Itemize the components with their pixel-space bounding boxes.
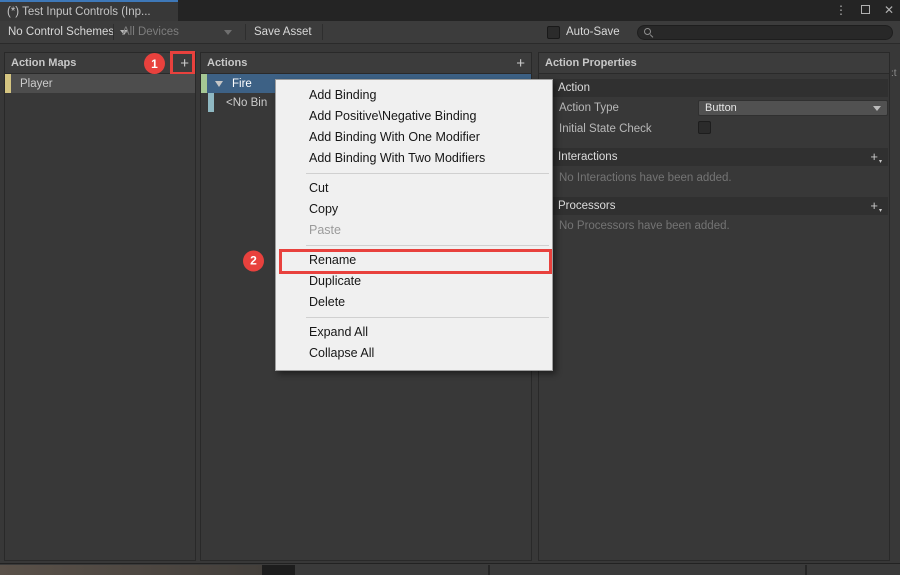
- bottom-strip-segment: [262, 565, 295, 575]
- action-section-bar: Action: [552, 79, 888, 97]
- bottom-strip-divider: [488, 565, 490, 575]
- annotation-box-1: [170, 51, 195, 75]
- close-icon[interactable]: ✕: [882, 0, 896, 21]
- action-maps-header: Action Maps + 1: [5, 51, 195, 75]
- row-color-indicator: [5, 74, 11, 93]
- interactions-section-bar: Interactions +▾: [552, 148, 888, 166]
- menu-item-cut[interactable]: Cut: [276, 178, 552, 199]
- menu-item-label: Paste: [309, 223, 341, 237]
- action-type-label: Action Type: [559, 102, 619, 114]
- action-type-dropdown[interactable]: Button: [698, 100, 888, 116]
- menu-item-label: Add Binding With One Modifier: [309, 130, 480, 144]
- row-label: Fire: [232, 77, 252, 90]
- bottom-strip-segment: [0, 565, 262, 575]
- auto-save-toggle[interactable]: Auto-Save: [547, 21, 620, 43]
- add-action-button[interactable]: +: [516, 56, 525, 71]
- devices-label: All Devices: [122, 26, 179, 38]
- menu-item-expand-all[interactable]: Expand All: [276, 322, 552, 343]
- menu-item-duplicate[interactable]: Duplicate: [276, 271, 552, 292]
- title-bar: (*) Test Input Controls (Inp... ⋮ ✕: [0, 0, 900, 21]
- bottom-edge-strip: [0, 563, 900, 575]
- action-maps-panel: Action Maps + 1 Player: [4, 51, 196, 561]
- menu-separator: [306, 173, 549, 174]
- chevron-down-icon: ▾: [878, 159, 882, 165]
- row-color-indicator: [208, 93, 214, 112]
- maximize-glyph: [860, 5, 870, 14]
- row-label: Player: [20, 77, 53, 90]
- clipped-edge-text: :t: [891, 68, 897, 79]
- action-section-label: Action: [558, 82, 590, 94]
- save-asset-label: Save Asset: [254, 26, 312, 38]
- menu-item-add-binding-with-two-modifiers[interactable]: Add Binding With Two Modifiers: [276, 148, 552, 169]
- annotation-badge-1: 1: [144, 53, 165, 74]
- devices-dropdown[interactable]: All Devices: [122, 21, 240, 43]
- menu-item-delete[interactable]: Delete: [276, 292, 552, 313]
- menu-item-add-positive-negative-binding[interactable]: Add Positive\Negative Binding: [276, 106, 552, 127]
- menu-item-label: Expand All: [309, 325, 369, 339]
- initial-state-check-label: Initial State Check: [559, 123, 652, 135]
- action-maps-list: Player: [5, 74, 195, 93]
- toolbar-divider: [322, 24, 323, 40]
- add-interaction-button[interactable]: +▾: [870, 149, 882, 165]
- menu-item-label: Add Binding: [309, 88, 377, 102]
- action-type-value: Button: [705, 102, 737, 114]
- row-label: <No Bin: [226, 96, 268, 109]
- actions-title: Actions: [207, 57, 248, 69]
- toolbar-divider: [245, 24, 246, 40]
- foldout-arrow-icon[interactable]: [215, 80, 223, 87]
- menu-item-add-binding[interactable]: Add Binding: [276, 85, 552, 106]
- annotation-badge-2: 2: [243, 250, 264, 271]
- menu-item-label: Collapse All: [309, 346, 375, 360]
- menu-item-rename[interactable]: Rename 2: [243, 249, 552, 274]
- chevron-down-icon: [224, 29, 232, 35]
- search-input[interactable]: [637, 25, 893, 40]
- auto-save-label: Auto-Save: [566, 26, 620, 38]
- menu-item-collapse-all[interactable]: Collapse All: [276, 343, 552, 364]
- actions-header: Actions +: [201, 53, 531, 74]
- plus-icon: +: [870, 149, 878, 164]
- control-schemes-label: No Control Schemes: [8, 26, 115, 38]
- menu-item-label: Copy: [309, 202, 339, 216]
- menu-item-label: Cut: [309, 181, 329, 195]
- menu-item-label: Add Positive\Negative Binding: [309, 109, 477, 123]
- processors-section-bar: Processors +▾: [552, 197, 888, 215]
- interactions-empty-message: No Interactions have been added.: [559, 172, 732, 184]
- menu-item-copy[interactable]: Copy: [276, 199, 552, 220]
- save-asset-button[interactable]: Save Asset: [254, 21, 312, 43]
- menu-item-label: Delete: [309, 295, 346, 309]
- initial-state-check-checkbox[interactable]: [698, 121, 711, 134]
- chevron-down-icon: [873, 105, 881, 111]
- control-schemes-dropdown[interactable]: No Control Schemes: [8, 21, 129, 43]
- row-color-indicator: [201, 74, 207, 93]
- menu-separator: [306, 245, 549, 246]
- asset-tab[interactable]: (*) Test Input Controls (Inp...: [0, 0, 178, 21]
- action-maps-title: Action Maps: [11, 57, 77, 69]
- context-menu: Add Binding Add Positive\Negative Binding…: [243, 79, 553, 371]
- processors-label: Processors: [558, 200, 616, 212]
- interactions-label: Interactions: [558, 151, 618, 163]
- search-icon: [644, 28, 653, 37]
- action-properties-panel: Action Properties Action Action Type But…: [538, 52, 890, 561]
- menu-item-paste: Paste: [276, 220, 552, 241]
- action-properties-title: Action Properties: [545, 57, 637, 69]
- toolbar-divider: [113, 24, 114, 40]
- plus-icon: +: [870, 198, 878, 213]
- add-processor-button[interactable]: +▾: [870, 198, 882, 214]
- window-menu-icon[interactable]: ⋮: [834, 0, 848, 21]
- auto-save-checkbox[interactable]: [547, 25, 560, 39]
- tree-row[interactable]: Player: [5, 74, 195, 93]
- asset-tab-label: (*) Test Input Controls (Inp...: [7, 5, 151, 18]
- action-properties-header: Action Properties: [539, 53, 889, 74]
- menu-item-label: Rename: [309, 253, 357, 267]
- menu-item-label: Add Binding With Two Modifiers: [309, 151, 486, 165]
- menu-item-label: Duplicate: [309, 274, 362, 288]
- chevron-down-icon: ▾: [878, 208, 882, 214]
- toolbar: No Control Schemes All Devices Save Asse…: [0, 21, 900, 44]
- bottom-strip-divider: [805, 565, 807, 575]
- processors-empty-message: No Processors have been added.: [559, 220, 730, 232]
- menu-item-add-binding-with-one-modifier[interactable]: Add Binding With One Modifier: [276, 127, 552, 148]
- maximize-icon[interactable]: [858, 0, 872, 21]
- menu-separator: [306, 317, 549, 318]
